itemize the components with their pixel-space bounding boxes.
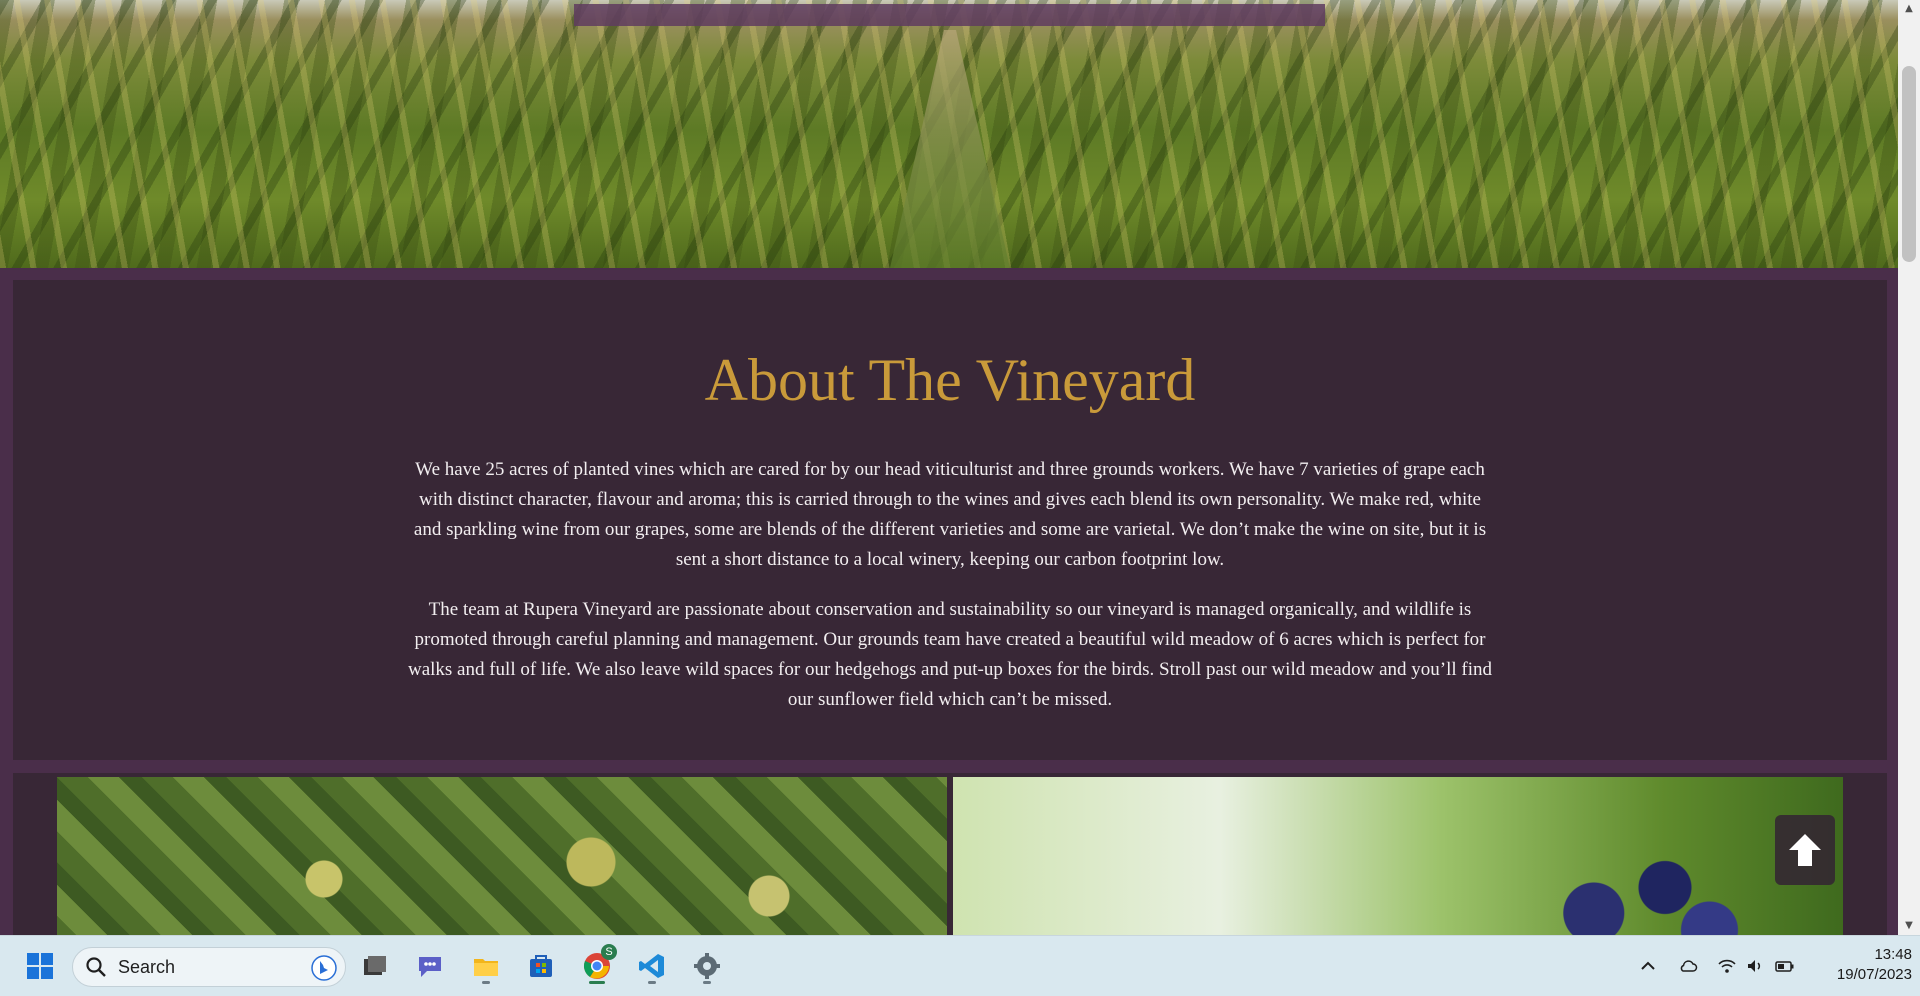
- onedrive-cloud-icon[interactable]: [1676, 954, 1700, 978]
- search-placeholder: Search: [118, 957, 176, 977]
- file-explorer-icon[interactable]: [466, 946, 506, 986]
- wifi-icon[interactable]: [1715, 954, 1739, 978]
- nav-bar-strip: [574, 4, 1325, 26]
- taskbar-clock[interactable]: 13:48 19/07/2023: [1808, 945, 1912, 985]
- teams-chat-icon[interactable]: [410, 946, 450, 986]
- search-icon: [86, 957, 106, 977]
- hero-vineyard-image: [0, 0, 1898, 268]
- about-section: About The Vineyard We have 25 acres of p…: [13, 280, 1887, 760]
- chrome-profile-badge: S: [601, 944, 617, 960]
- scroll-up-arrow-icon[interactable]: ▲: [1904, 4, 1914, 14]
- task-view-icon[interactable]: [355, 946, 395, 986]
- scroll-down-arrow-icon[interactable]: ▼: [1904, 921, 1914, 931]
- clock-date: 19/07/2023: [1836, 966, 1912, 983]
- windows-start-icon[interactable]: [20, 946, 60, 986]
- taskbar-search-box[interactable]: Search: [72, 947, 346, 987]
- microsoft-store-icon[interactable]: [521, 946, 561, 986]
- white-grapes-image: [57, 777, 947, 935]
- volume-icon[interactable]: [1743, 954, 1767, 978]
- about-paragraph-2: The team at Rupera Vineyard are passiona…: [407, 599, 1493, 710]
- back-to-top-button[interactable]: [1775, 815, 1835, 885]
- about-paragraph-1: We have 25 acres of planted vines which …: [413, 459, 1487, 570]
- vscode-icon[interactable]: [632, 946, 672, 986]
- chevron-up-icon[interactable]: [1636, 954, 1660, 978]
- windows-taskbar: Search S 13:48 19/07/2023: [0, 935, 1920, 996]
- red-grapes-image: [953, 777, 1843, 935]
- chrome-icon[interactable]: S: [577, 944, 617, 986]
- gallery-section: [13, 773, 1887, 935]
- settings-icon[interactable]: [687, 946, 727, 986]
- vertical-scrollbar[interactable]: ▲ ▼: [1898, 0, 1920, 935]
- scroll-thumb[interactable]: [1902, 66, 1916, 262]
- clock-time: 13:48: [1874, 946, 1912, 963]
- battery-icon[interactable]: [1773, 954, 1797, 978]
- bing-icon[interactable]: [311, 955, 337, 981]
- about-title: About The Vineyard: [704, 347, 1196, 413]
- browser-viewport: About The Vineyard We have 25 acres of p…: [0, 0, 1898, 935]
- arrow-up-icon: [1789, 834, 1821, 866]
